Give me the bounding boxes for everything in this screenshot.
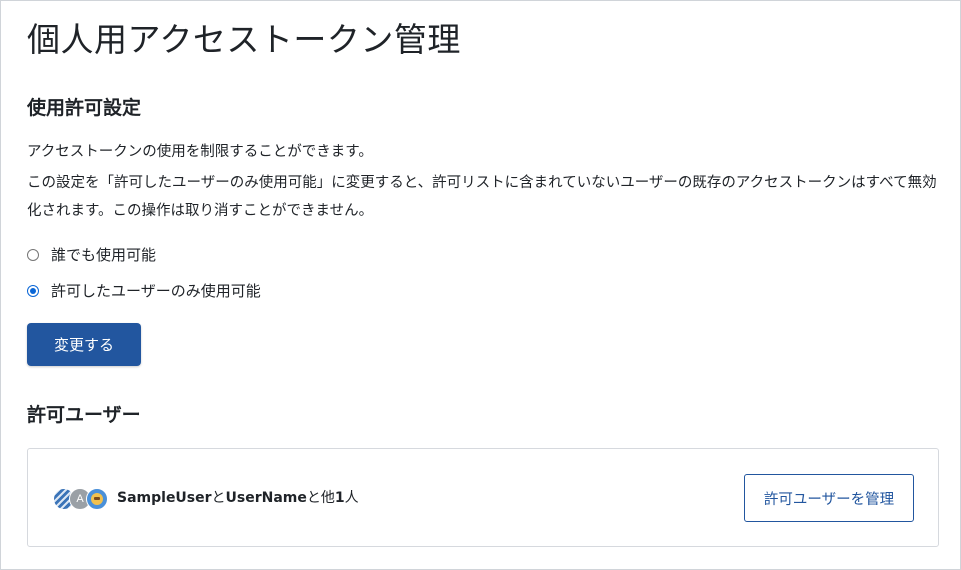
allowed-users-summary: SampleUserとUserNameと他1人 (117, 488, 359, 508)
allowed-users-card: A SampleUserとUserNameと他1人 許可ユーザーを管理 (27, 448, 939, 547)
usage-description-2: この設定を「許可したユーザーのみ使用可能」に変更すると、許可リストに含まれていな… (27, 175, 937, 219)
page-title: 個人用アクセストークン管理 (27, 20, 461, 59)
option-allowed-only[interactable]: 許可したユーザーのみ使用可能 (27, 280, 261, 301)
option-anyone-label: 誰でも使用可能 (51, 246, 157, 264)
change-button[interactable]: 変更する (27, 323, 141, 366)
usage-description-1: アクセストークンの使用を制限することができます。 (27, 144, 373, 160)
avatar-group: A (53, 488, 113, 510)
avatar-face-icon (86, 488, 108, 510)
usage-settings-heading: 使用許可設定 (27, 97, 142, 119)
option-allowed-only-label: 許可したユーザーのみ使用可能 (51, 282, 261, 300)
radio-anyone[interactable] (27, 248, 39, 261)
user-name-2: UserName (225, 490, 307, 506)
others-count: 1 (334, 490, 345, 506)
conjunction-2: と他 (306, 490, 335, 506)
count-suffix: 人 (344, 490, 359, 506)
allowed-users-heading: 許可ユーザー (27, 404, 141, 426)
option-anyone[interactable]: 誰でも使用可能 (27, 244, 156, 265)
radio-allowed-only[interactable] (27, 284, 39, 297)
user-name-1: SampleUser (117, 490, 212, 506)
manage-allowed-users-button[interactable]: 許可ユーザーを管理 (744, 474, 914, 522)
conjunction-1: と (211, 490, 226, 506)
